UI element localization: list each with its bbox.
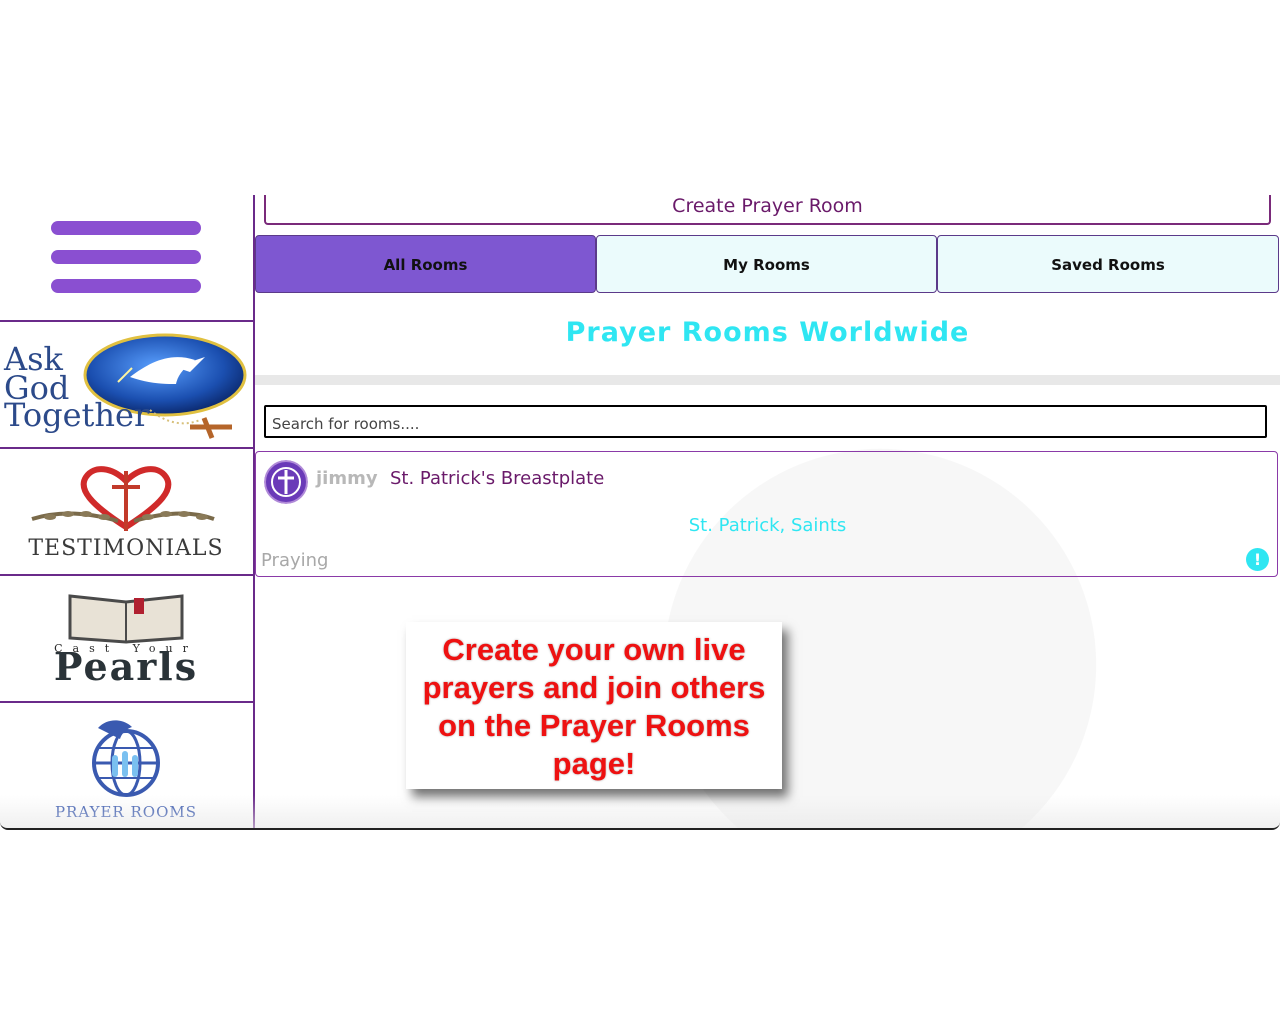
testimonials-logo-text: TESTIMONIALS <box>28 536 223 561</box>
create-prayer-room-button[interactable]: Create Prayer Room <box>264 195 1271 225</box>
page-title: Prayer Rooms Worldwide <box>565 317 970 348</box>
sidebar-item-ask-god-together[interactable]: Ask God Together <box>0 320 253 447</box>
cast-your-pearls-logo-title: Pearls <box>54 644 198 689</box>
ask-god-together-logo-word-3: Together <box>4 396 150 434</box>
tab-all-rooms[interactable]: All Rooms <box>255 235 596 293</box>
room-tabs: All Rooms My Rooms Saved Rooms <box>255 235 1280 295</box>
ask-god-together-logo: Ask God Together <box>3 333 247 439</box>
prayer-rooms-logo-text: PRAYER ROOMS <box>55 803 197 821</box>
promo-callout: Create your own live prayers and join ot… <box>406 622 782 789</box>
room-name[interactable]: St. Patrick's Breastplate <box>390 468 604 489</box>
room-owner[interactable]: jimmy <box>316 468 378 489</box>
sidebar-item-testimonials[interactable]: TESTIMONIALS <box>0 447 253 574</box>
cast-your-pearls-logo: Cast Your Pearls <box>54 594 198 689</box>
search-input[interactable] <box>264 405 1267 438</box>
room-tags: St. Patrick, Saints <box>688 515 847 536</box>
hamburger-menu-button[interactable] <box>0 195 253 320</box>
title-divider <box>255 375 1280 385</box>
room-card[interactable]: jimmy St. Patrick's Breastplate St. Patr… <box>255 451 1278 577</box>
prayer-rooms-logo: PRAYER ROOMS <box>55 720 197 821</box>
tab-saved-rooms[interactable]: Saved Rooms <box>937 235 1279 293</box>
room-status: Praying <box>261 550 329 571</box>
sidebar: Ask God Together TESTIMONIALS Cast Your … <box>0 195 255 828</box>
sidebar-item-cast-your-pearls[interactable]: Cast Your Pearls <box>0 574 253 701</box>
exclamation-icon[interactable]: ! <box>1246 548 1269 571</box>
tab-my-rooms[interactable]: My Rooms <box>596 235 937 293</box>
avatar <box>264 460 308 504</box>
testimonials-logo: TESTIMONIALS <box>28 466 223 561</box>
sidebar-item-prayer-rooms[interactable]: PRAYER ROOMS <box>0 701 253 828</box>
